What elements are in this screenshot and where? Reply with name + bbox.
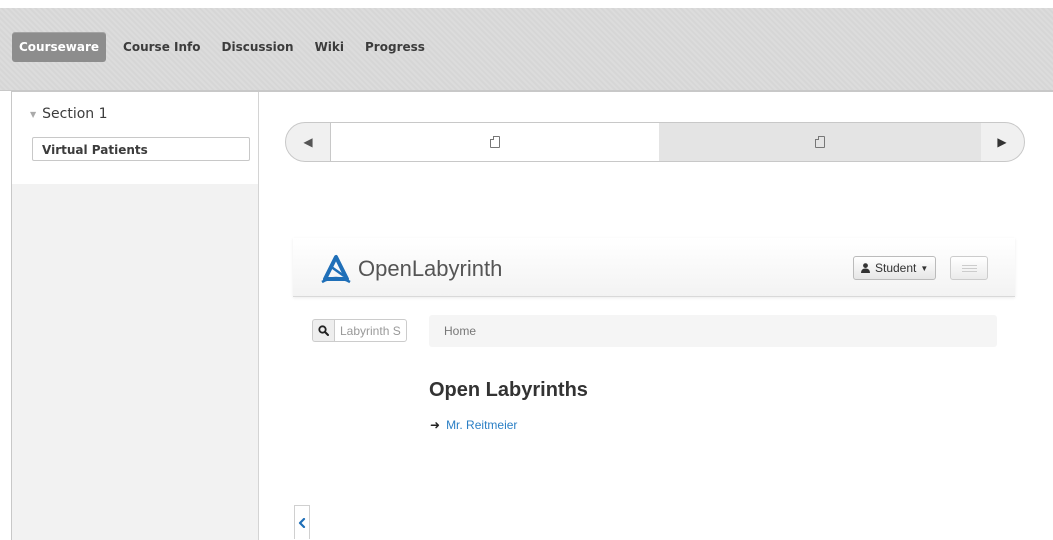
sidebar-item-virtual-patients[interactable]: Virtual Patients — [32, 137, 250, 161]
tab-progress[interactable]: Progress — [358, 32, 432, 62]
course-tabs: Courseware Course Info Discussion Wiki P… — [12, 32, 439, 62]
document-icon — [815, 136, 825, 148]
tab-wiki[interactable]: Wiki — [308, 32, 351, 62]
ol-brand[interactable]: OpenLabyrinth — [320, 254, 502, 284]
sequence-item-2[interactable] — [659, 123, 981, 161]
document-icon — [490, 136, 500, 148]
hamburger-line — [962, 268, 977, 269]
triangle-right-icon: ▶ — [997, 135, 1007, 149]
course-header: Courseware Course Info Discussion Wiki P… — [0, 8, 1053, 91]
sequence-prev-button[interactable]: ◀ — [286, 123, 330, 161]
arrow-right-icon: ➜ — [430, 418, 441, 432]
openlabyrinth-embed: OpenLabyrinth Student ▼ Home Open Labyr — [293, 238, 1015, 539]
labyrinth-search — [312, 319, 407, 342]
ol-brand-text: OpenLabyrinth — [358, 256, 503, 281]
sequence-next-button[interactable]: ▶ — [980, 123, 1024, 161]
labyrinth-link[interactable]: Mr. Reitmeier — [446, 418, 517, 432]
caret-down-icon: ▼ — [30, 109, 37, 119]
sequence-item-1[interactable] — [330, 123, 660, 161]
breadcrumb-home[interactable]: Home — [444, 324, 476, 338]
tab-discussion[interactable]: Discussion — [215, 32, 301, 62]
caret-down-icon: ▼ — [920, 263, 929, 273]
openlabyrinth-logo-icon — [321, 255, 351, 284]
search-button[interactable] — [312, 319, 334, 342]
student-button-label: Student — [875, 261, 917, 275]
hamburger-line — [962, 265, 977, 266]
sequence-nav: ◀ ▶ — [285, 122, 1025, 162]
student-menu-button[interactable]: Student ▼ — [853, 256, 937, 280]
tab-courseware[interactable]: Courseware — [12, 32, 107, 62]
list-item: ➜ Mr. Reitmeier — [430, 418, 517, 432]
section-label: Section 1 — [42, 106, 108, 122]
triangle-left-icon: ◀ — [303, 135, 313, 149]
search-icon — [318, 325, 329, 336]
section-toggle[interactable]: ▼ Section 1 — [30, 106, 108, 122]
hamburger-line — [962, 271, 977, 272]
tab-course-info[interactable]: Course Info — [116, 32, 207, 62]
breadcrumb: Home — [429, 315, 997, 347]
page-title: Open Labyrinths — [429, 379, 588, 401]
search-input[interactable] — [334, 319, 407, 342]
hamburger-menu-button[interactable] — [950, 256, 988, 280]
collapse-sidebar-button[interactable] — [294, 505, 310, 539]
chevron-left-icon — [298, 517, 306, 528]
ol-navbar: OpenLabyrinth Student ▼ — [293, 238, 1015, 297]
course-sidebar: ▼ Section 1 Virtual Patients — [12, 92, 259, 540]
user-icon — [861, 263, 870, 273]
